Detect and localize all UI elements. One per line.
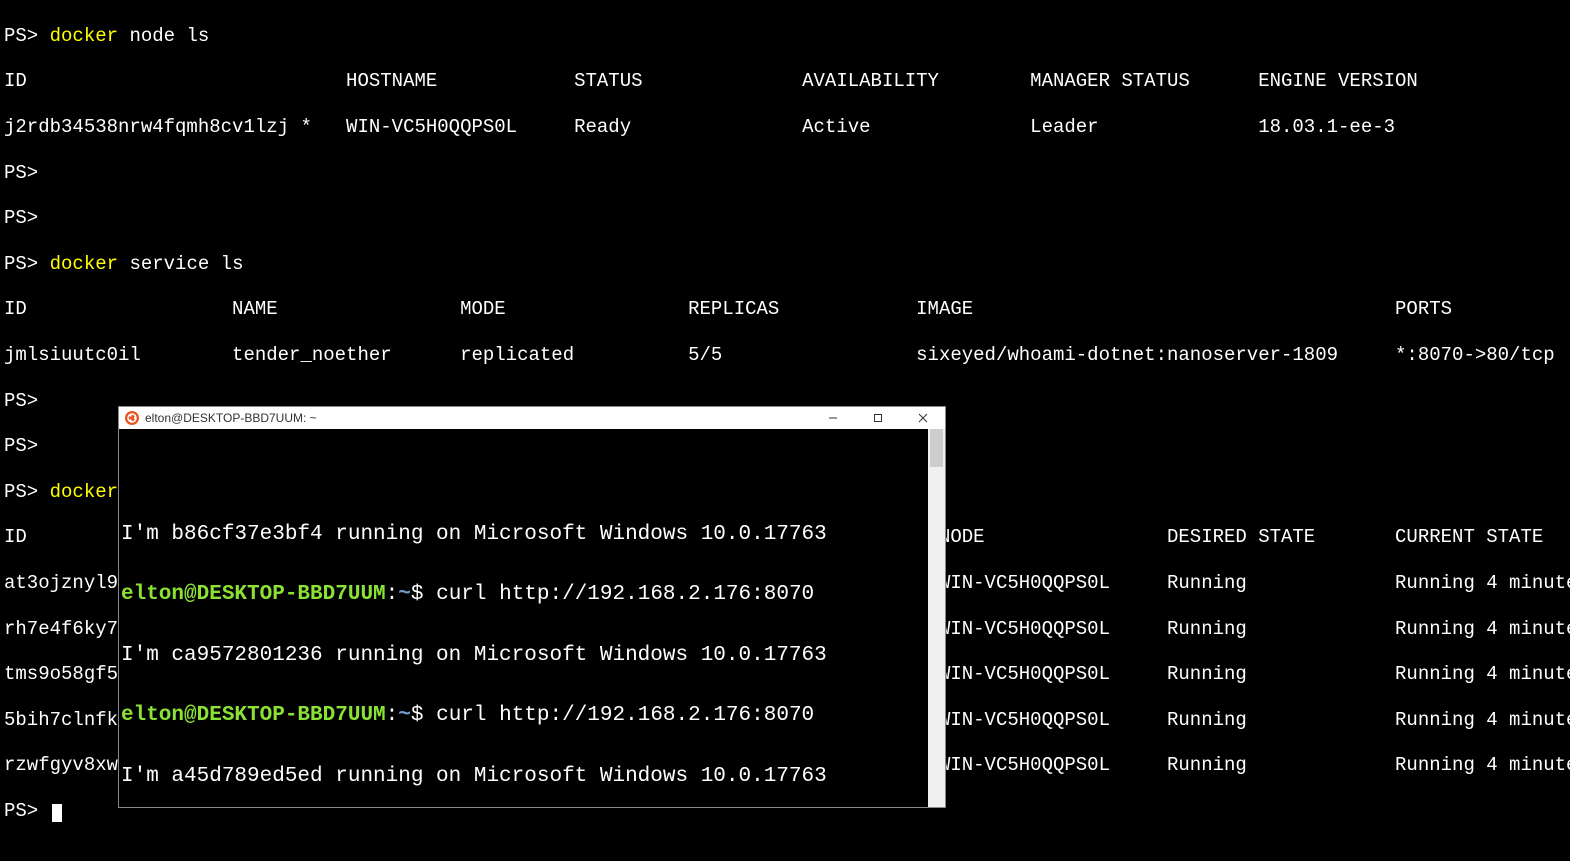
cmd-token: docker (50, 481, 118, 503)
terminal-line: PS> docker service ls (4, 253, 1566, 276)
ps-prompt: PS> (4, 800, 38, 822)
bash-prompt-dollar: $ (411, 583, 424, 606)
terminal-line: PS> docker node ls (4, 25, 1566, 48)
window-titlebar[interactable]: elton@DESKTOP-BBD7UUM: ~ (119, 407, 945, 429)
ps-prompt: PS> (4, 481, 38, 503)
output-row: j2rdb34538nrw4fqmh8cv1lzj * WIN-VC5H0QQP… (4, 116, 1566, 139)
scrollbar[interactable] (928, 429, 945, 807)
cmd-args: service ls (118, 253, 243, 275)
output-row: jmlsiuutc0il tender_noether replicated 5… (4, 344, 1566, 367)
ubuntu-icon (125, 411, 139, 425)
scrollbar-thumb[interactable] (930, 429, 943, 467)
maximize-button[interactable] (855, 407, 900, 429)
terminal-line: PS> (4, 207, 1566, 230)
ps-prompt: PS> (4, 390, 38, 412)
curl-command: curl http://192.168.2.176:8070 (423, 583, 814, 606)
cursor (52, 804, 62, 822)
output-header: ID HOSTNAME STATUS AVAILABILITY MANAGER … (4, 70, 1566, 93)
ps-prompt: PS> (4, 207, 38, 229)
window-controls (810, 407, 945, 429)
bash-prompt-dollar: $ (411, 704, 424, 727)
ps-prompt: PS> (4, 435, 38, 457)
ubuntu-terminal-window[interactable]: elton@DESKTOP-BBD7UUM: ~ I'm b86cf37e3bf… (118, 406, 946, 808)
bash-prompt-userhost: elton@DESKTOP-BBD7UUM (121, 704, 386, 727)
ubuntu-terminal[interactable]: I'm b86cf37e3bf4 running on Microsoft Wi… (119, 429, 945, 807)
terminal-line: elton@DESKTOP-BBD7UUM:~$ curl http://192… (121, 701, 943, 731)
cmd-token: docker (50, 253, 118, 275)
bash-prompt-colon: : (386, 704, 399, 727)
terminal-line: elton@DESKTOP-BBD7UUM:~$ curl http://192… (121, 580, 943, 610)
output-header: ID NAME MODE REPLICAS IMAGE PORTS (4, 298, 1566, 321)
terminal-line: PS> (4, 162, 1566, 185)
ps-prompt: PS> (4, 253, 38, 275)
ps-prompt: PS> (4, 162, 38, 184)
bash-prompt-path: ~ (398, 583, 411, 606)
curl-response: I'm b86cf37e3bf4 running on Microsoft Wi… (121, 520, 943, 550)
window-title: elton@DESKTOP-BBD7UUM: ~ (145, 411, 810, 425)
bash-prompt-colon: : (386, 583, 399, 606)
cmd-token: docker (50, 25, 118, 47)
minimize-button[interactable] (810, 407, 855, 429)
curl-response: I'm a45d789ed5ed running on Microsoft Wi… (121, 762, 943, 792)
ps-prompt: PS> (4, 25, 38, 47)
bash-prompt-path: ~ (398, 704, 411, 727)
bash-prompt-userhost: elton@DESKTOP-BBD7UUM (121, 583, 386, 606)
close-button[interactable] (900, 407, 945, 429)
curl-command: curl http://192.168.2.176:8070 (423, 704, 814, 727)
curl-response: I'm ca9572801236 running on Microsoft Wi… (121, 641, 943, 671)
cmd-args: node ls (118, 25, 209, 47)
